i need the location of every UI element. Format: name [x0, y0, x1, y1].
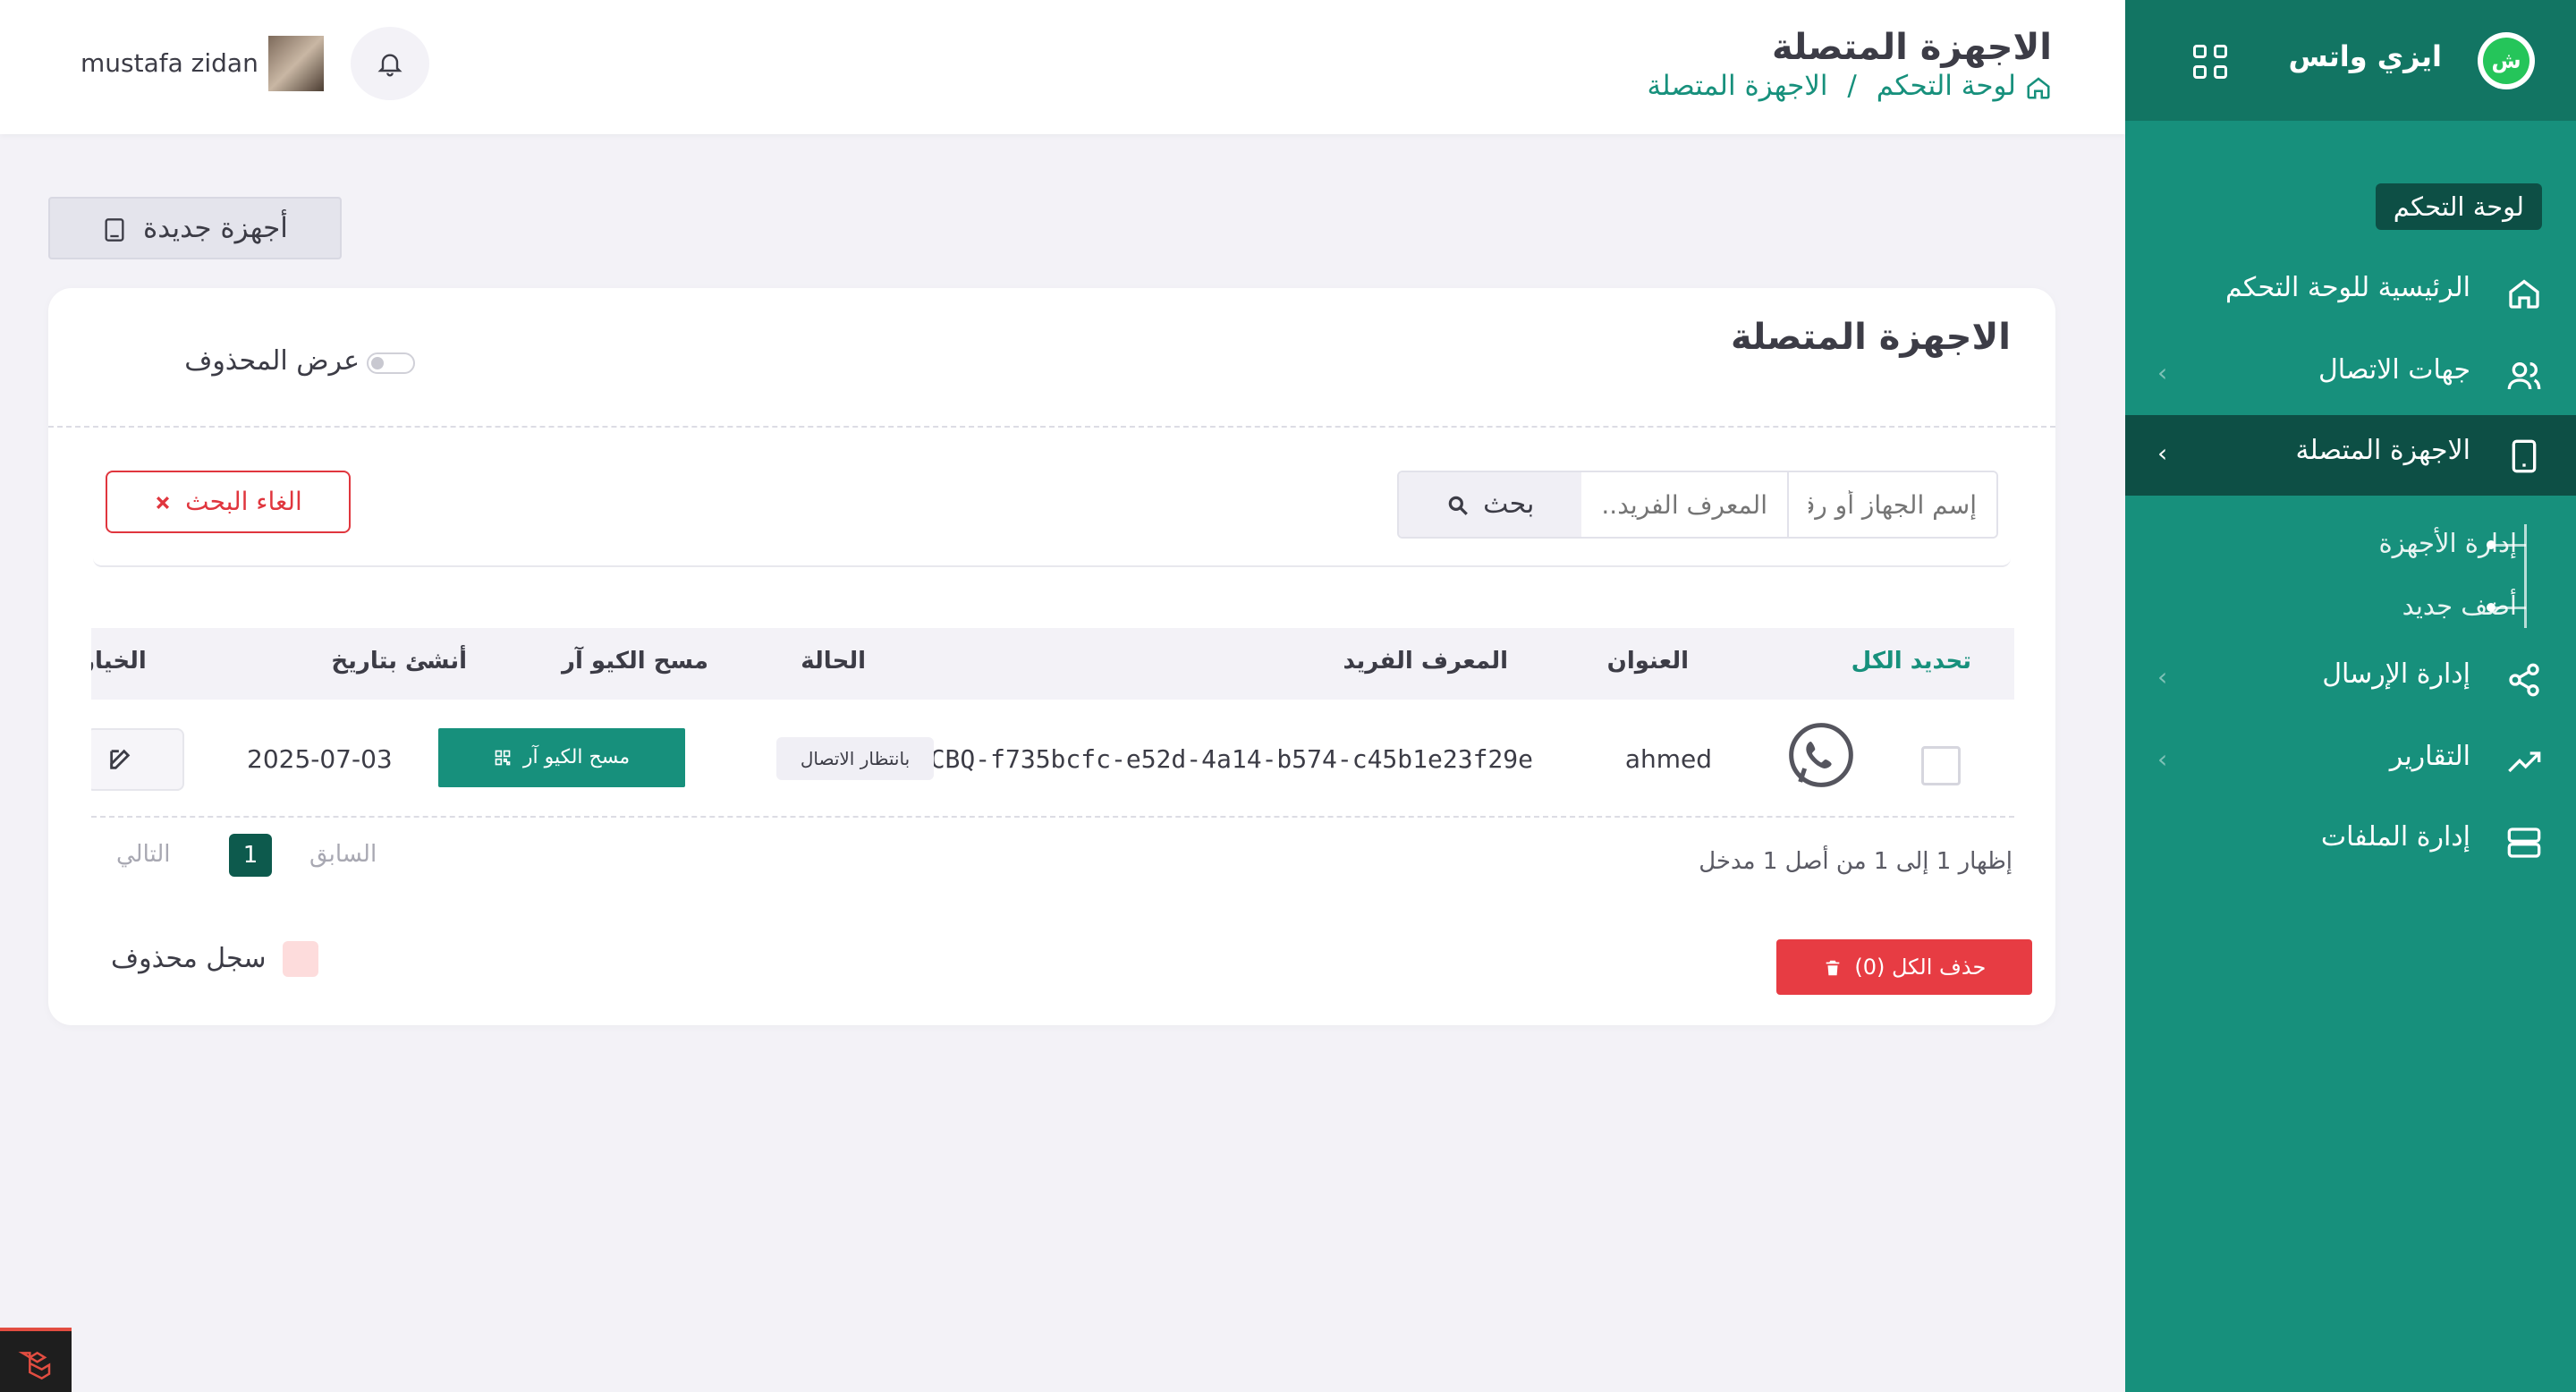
- breadcrumb-separator: /: [1847, 70, 1857, 102]
- column-header-qr: مسح الكيو آر: [562, 648, 708, 675]
- avatar[interactable]: [268, 36, 324, 91]
- sidebar-item-dashboard-home[interactable]: الرئيسية للوحة التحكم: [2125, 252, 2576, 333]
- home-icon[interactable]: [2025, 74, 2052, 101]
- table-info-text: إظهار 1 إلى 1 من أصل 1 مدخل: [1699, 848, 2012, 875]
- laravel-icon: [18, 1351, 51, 1380]
- sidebar-item-label: جهات الاتصال: [2318, 354, 2470, 386]
- sidebar-item-sending[interactable]: ‹ إدارة الإرسال: [2125, 639, 2576, 719]
- top-bar: الاجهزة المتصلة لوحة التحكم / الاجهزة ال…: [0, 0, 2125, 134]
- brand-logo-glyph: ش: [2483, 38, 2529, 84]
- breadcrumb-home-link[interactable]: لوحة التحكم: [1877, 70, 2016, 102]
- show-deleted-toggle[interactable]: [367, 352, 415, 374]
- notifications-button[interactable]: [351, 27, 429, 100]
- sidebar-item-label: الاجهزة المتصلة: [2295, 435, 2470, 466]
- sidebar-item-label: الرئيسية للوحة التحكم: [2224, 272, 2470, 303]
- brand-name: ايزي واتس: [2288, 39, 2442, 73]
- status-badge: بانتظار الاتصال: [776, 737, 934, 780]
- whatsapp-icon: [1789, 723, 1853, 787]
- search-button[interactable]: بحث: [1399, 472, 1581, 537]
- sidebar-section-label: لوحة التحكم: [2375, 183, 2542, 230]
- apps-grid-icon[interactable]: [2193, 45, 2227, 79]
- sidebar: ايزي واتس ش لوحة التحكم الرئيسية للوحة ا…: [2125, 0, 2576, 1392]
- column-header-created: أنشئ بتاريخ: [331, 648, 467, 675]
- trend-icon: [2508, 751, 2541, 773]
- device-name-search-input[interactable]: [1787, 472, 1996, 537]
- chevron-left-icon: ‹: [2157, 438, 2168, 468]
- row-checkbox[interactable]: [1921, 746, 1961, 785]
- divider: [48, 426, 2055, 428]
- page-title: الاجهزة المتصلة: [1771, 27, 2052, 68]
- qr-code-icon: [495, 750, 511, 766]
- breadcrumb: لوحة التحكم / الاجهزة المتصلة: [1648, 70, 2053, 102]
- cancel-search-label: الغاء البحث: [185, 487, 302, 516]
- chevron-left-icon: ‹: [2157, 662, 2168, 692]
- column-header-uid: المعرف الفريد: [1343, 648, 1508, 675]
- home-icon: [2509, 279, 2539, 309]
- column-header-title: العنوان: [1606, 648, 1689, 675]
- delete-all-button[interactable]: حذف الكل (0): [1776, 939, 2032, 995]
- deleted-record-legend: سجل محذوف: [111, 943, 267, 974]
- column-header-status: الحالة: [801, 648, 866, 675]
- devices-table: تحديد الكل العنوان المعرف الفريد الحالة …: [91, 628, 2014, 818]
- show-deleted-label: عرض المحذوف: [184, 345, 360, 377]
- scan-qr-button[interactable]: مسح الكيو آر: [438, 728, 685, 787]
- new-devices-label: أجهزة جديدة: [143, 212, 288, 244]
- device-icon: [2512, 439, 2537, 473]
- new-devices-button[interactable]: أجهزة جديدة: [48, 197, 342, 259]
- bell-icon: [377, 54, 402, 77]
- table-row: ahmed HNCBQ-f735bcfc-e52d-4a14-b574-c45b…: [91, 700, 2014, 818]
- sidebar-item-label: إدارة الملفات: [2320, 821, 2470, 853]
- deleted-record-swatch: [283, 941, 318, 977]
- sidebar-item-connected-devices[interactable]: ‹ الاجهزة المتصلة: [2125, 415, 2576, 496]
- edit-button[interactable]: [91, 728, 184, 791]
- breadcrumb-current: الاجهزة المتصلة: [1647, 70, 1828, 102]
- users-icon: [2507, 362, 2541, 390]
- search-button-label: بحث: [1483, 488, 1535, 520]
- scan-qr-label: مسح الكيو آر: [522, 746, 631, 768]
- select-all-header[interactable]: تحديد الكل: [1852, 648, 1971, 675]
- pagination-page-current[interactable]: 1: [229, 834, 272, 877]
- pagination-prev[interactable]: السابق: [309, 841, 377, 868]
- laravel-debugbar-icon[interactable]: [0, 1328, 72, 1392]
- sidebar-item-label: إدارة الإرسال: [2322, 658, 2470, 690]
- edit-icon: [110, 749, 131, 769]
- device-uid: HNCBQ-f735bcfc-e52d-4a14-b574-c45b1e23f2…: [899, 744, 1533, 774]
- devices-card: الاجهزة المتصلة عرض المحذوف بحث الغاء ال…: [48, 288, 2055, 1025]
- sidebar-item-contacts[interactable]: ‹ جهات الاتصال: [2125, 335, 2576, 415]
- user-name[interactable]: mustafa zidan: [80, 48, 258, 78]
- sidebar-subitem-manage-devices[interactable]: إدارة الأجهزة: [2378, 528, 2517, 558]
- sidebar-item-files[interactable]: إدارة الملفات: [2125, 802, 2576, 882]
- sidebar-header: ايزي واتس ش: [2125, 0, 2576, 121]
- whatsapp-logo-icon: ش: [2478, 32, 2535, 89]
- search-icon: [1448, 496, 1468, 515]
- trash-icon: [1826, 960, 1840, 976]
- close-icon: [157, 496, 170, 510]
- pagination-next[interactable]: التالي: [116, 841, 171, 868]
- tablet-icon: [105, 217, 124, 242]
- cancel-search-button[interactable]: الغاء البحث: [106, 471, 351, 533]
- table-header: تحديد الكل العنوان المعرف الفريد الحالة …: [91, 628, 2014, 700]
- sidebar-item-label: التقارير: [2389, 741, 2470, 772]
- sidebar-item-reports[interactable]: ‹ التقارير: [2125, 721, 2576, 802]
- filter-divider: [93, 553, 2011, 567]
- share-icon: [2509, 663, 2539, 697]
- created-date: 2025-07-03: [247, 744, 393, 774]
- search-group: بحث: [1397, 471, 1998, 539]
- card-title: الاجهزة المتصلة: [1730, 317, 2011, 358]
- device-name: ahmed: [1624, 744, 1712, 774]
- chevron-left-icon: ‹: [2157, 358, 2168, 387]
- server-icon: [2507, 828, 2541, 858]
- uid-search-input[interactable]: [1578, 472, 1787, 537]
- delete-all-label: حذف الكل (0): [1854, 955, 1987, 980]
- chevron-left-icon: ‹: [2157, 744, 2168, 774]
- sidebar-subitem-add-new[interactable]: أضف جديد: [2402, 590, 2517, 621]
- submenu-line: [2524, 524, 2527, 628]
- column-header-options: الخيارات: [91, 648, 147, 675]
